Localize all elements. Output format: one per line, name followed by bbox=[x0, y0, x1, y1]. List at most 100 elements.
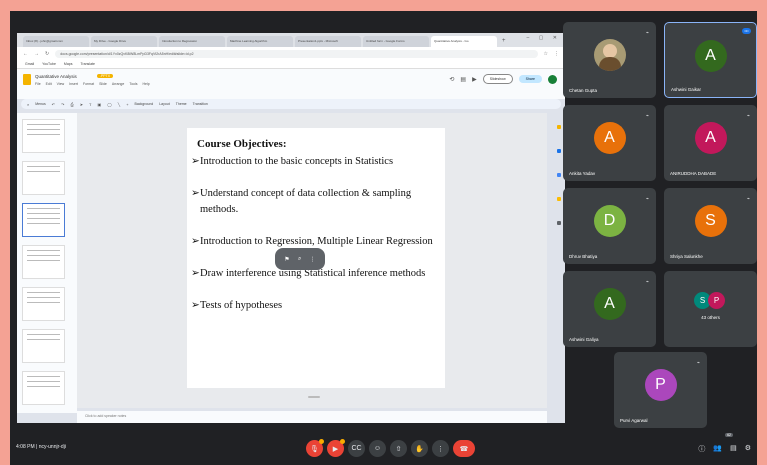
menu-item[interactable]: Slide bbox=[99, 82, 107, 86]
share-button[interactable]: Share bbox=[518, 75, 542, 83]
textbox-icon[interactable]: T bbox=[89, 102, 91, 107]
search-icon[interactable]: ⌕ bbox=[27, 102, 29, 107]
bookmark[interactable]: Translate bbox=[80, 62, 94, 66]
tasks-icon[interactable] bbox=[557, 149, 561, 153]
history-icon[interactable]: ⟲ bbox=[449, 76, 454, 83]
participant-avatar: S bbox=[694, 205, 727, 237]
reload-icon[interactable]: ↻ bbox=[45, 51, 49, 57]
new-tab-icon[interactable]: + bbox=[502, 36, 506, 47]
notes-resize-handle[interactable] bbox=[308, 396, 320, 398]
browser-tab[interactable]: Introduction to Regression bbox=[159, 36, 225, 47]
browser-tab[interactable]: Inbox (8) - john@gmail.com bbox=[23, 36, 89, 47]
shape-icon[interactable]: ◯ bbox=[107, 102, 111, 107]
slide-thumbnail[interactable] bbox=[22, 161, 65, 195]
star-icon[interactable]: ☆ bbox=[544, 51, 548, 57]
participant-tile[interactable]: P ⌁ Purvi Agarwal bbox=[614, 352, 707, 428]
menu-item[interactable]: Edit bbox=[46, 82, 52, 86]
browser-tab[interactable]: My Drive - Google Drive bbox=[91, 36, 157, 47]
participant-tile-speaking[interactable]: A ••• Ashwini Gaikar bbox=[664, 22, 757, 98]
menu-item[interactable]: Help bbox=[142, 82, 149, 86]
calendar-icon[interactable] bbox=[557, 197, 561, 201]
browser-tab-active[interactable]: Quantitative Analysis - Go bbox=[431, 36, 497, 47]
browser-tab[interactable]: Untitled form - Google Forms bbox=[363, 36, 429, 47]
slides-logo-icon[interactable] bbox=[23, 74, 31, 85]
window-controls[interactable]: – ▢ ✕ bbox=[527, 35, 561, 41]
bookmark[interactable]: YouTube bbox=[42, 62, 56, 66]
menu-item[interactable]: Tools bbox=[129, 82, 137, 86]
zoom-icon[interactable]: ⌕ bbox=[298, 256, 301, 263]
meet-icon[interactable]: ▶ bbox=[472, 76, 477, 83]
mic-toggle-button[interactable]: 🎙 bbox=[306, 439, 324, 457]
image-icon[interactable]: ▣ bbox=[98, 102, 102, 107]
menu-item[interactable]: Format bbox=[83, 82, 94, 86]
slide-bullet: ➢ Understand concept of data collection &… bbox=[191, 188, 412, 215]
people-icon[interactable]: 👥 bbox=[713, 444, 722, 454]
browser-tab[interactable]: Machine Learning Algorithm bbox=[227, 36, 293, 47]
chat-icon[interactable]: ▤ bbox=[730, 444, 737, 454]
participant-avatar: A bbox=[593, 288, 626, 320]
participant-tile[interactable]: ⌁ Chetan Gupta bbox=[563, 22, 656, 98]
others-tile[interactable]: S P 43 others bbox=[664, 271, 757, 347]
captions-button[interactable]: CC bbox=[348, 440, 365, 457]
screen-share-pill[interactable]: ⚑ ⌕ ⋮ bbox=[275, 248, 325, 270]
slide-title: Course Objectives: bbox=[197, 138, 287, 150]
menu-icon[interactable]: ⋮ bbox=[554, 51, 559, 57]
more-options-button[interactable]: ⋮ bbox=[432, 440, 449, 457]
more-icon[interactable]: ⋮ bbox=[310, 256, 316, 263]
participant-tile[interactable]: A ⌁ Ashwini Galiya bbox=[563, 271, 656, 347]
contacts-icon[interactable] bbox=[557, 173, 561, 177]
comment-icon[interactable]: ▤ bbox=[460, 76, 466, 83]
side-controls: ⓘ 👥 ▤ ⚙ bbox=[698, 444, 751, 454]
participant-tile[interactable]: A ⌁ ANIRUDDHA DABADE bbox=[664, 105, 757, 181]
toolbar-theme[interactable]: Theme bbox=[176, 102, 187, 106]
activities-icon[interactable]: ⚙ bbox=[745, 444, 751, 454]
cursor-icon[interactable]: ➤ bbox=[80, 102, 83, 107]
undo-icon[interactable]: ↶ bbox=[52, 102, 55, 107]
slide-thumbnail[interactable] bbox=[22, 329, 65, 363]
menu-item[interactable]: File bbox=[35, 82, 41, 86]
toolbar-transition[interactable]: Transition bbox=[193, 102, 208, 106]
leave-call-button[interactable]: ☎ bbox=[453, 440, 475, 457]
toolbar-background[interactable]: Background bbox=[135, 102, 154, 106]
present-button[interactable]: ⇧ bbox=[390, 440, 407, 457]
speaker-notes[interactable]: Click to add speaker notes bbox=[77, 411, 547, 423]
keep-icon[interactable] bbox=[557, 125, 561, 129]
participant-tile[interactable]: D ⌁ Dhruv Bhatiya bbox=[563, 188, 656, 264]
account-avatar[interactable] bbox=[548, 74, 557, 84]
menu-bar: File Edit View Insert Format Slide Arran… bbox=[35, 82, 150, 86]
emoji-button[interactable]: ☺ bbox=[369, 440, 386, 457]
back-icon[interactable]: ← bbox=[23, 51, 28, 57]
add-comment-icon[interactable]: + bbox=[126, 102, 128, 107]
bookmark[interactable]: Maps bbox=[64, 62, 73, 66]
document-title[interactable]: Quantitative Analysis bbox=[35, 74, 77, 79]
people-count-badge: 62 bbox=[725, 433, 733, 437]
participant-tile[interactable]: A ⌁ Ankita Yadav bbox=[563, 105, 656, 181]
toolbar-menus[interactable]: Menus bbox=[35, 102, 46, 106]
camera-toggle-button[interactable]: ▶ bbox=[327, 439, 345, 457]
menu-item[interactable]: Insert bbox=[69, 82, 78, 86]
line-icon[interactable]: ╲ bbox=[118, 102, 120, 107]
raise-hand-button[interactable]: ✋ bbox=[411, 440, 428, 457]
print-icon[interactable]: ⎙ bbox=[70, 102, 73, 107]
bookmark[interactable]: Gmail bbox=[25, 62, 34, 66]
mic-off-icon: ⌁ bbox=[746, 196, 750, 202]
header-actions: ⟲ ▤ ▶ Slideshow Share bbox=[449, 74, 557, 84]
menu-item[interactable]: Arrange bbox=[112, 82, 124, 86]
slide-thumbnail-selected[interactable] bbox=[22, 203, 65, 237]
forward-icon[interactable]: → bbox=[34, 51, 39, 57]
slide-thumbnail[interactable] bbox=[22, 245, 65, 279]
redo-icon[interactable]: ↷ bbox=[61, 102, 64, 107]
slide-thumbnail[interactable] bbox=[22, 287, 65, 321]
toolbar-layout[interactable]: Layout bbox=[159, 102, 170, 106]
slide-thumbnail[interactable] bbox=[22, 119, 65, 153]
pin-icon[interactable]: ⚑ bbox=[284, 256, 289, 263]
browser-tab[interactable]: Presentation1.pptx - Microsoft bbox=[295, 36, 361, 47]
slide-thumbnail[interactable] bbox=[22, 371, 65, 405]
participant-name: ANIRUDDHA DABADE bbox=[670, 171, 717, 176]
slideshow-button[interactable]: Slideshow bbox=[482, 74, 513, 84]
menu-item[interactable]: View bbox=[57, 82, 65, 86]
add-on-icon[interactable] bbox=[557, 221, 561, 225]
participant-tile[interactable]: S ⌁ Shriya Salunkhe bbox=[664, 188, 757, 264]
url-input[interactable]: docs.google.com/presentation/d/1Yx0zQvK8… bbox=[55, 49, 538, 58]
info-icon[interactable]: ⓘ bbox=[698, 444, 705, 454]
